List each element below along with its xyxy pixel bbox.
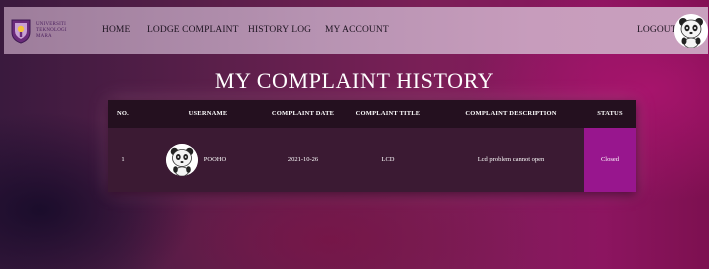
- table-row[interactable]: 1 POOHO 2021-10-26 LCD Lcd problem canno…: [108, 128, 636, 192]
- nav-home[interactable]: HOME: [102, 25, 130, 35]
- logo-line-3: MARA: [36, 34, 52, 39]
- header-status: STATUS: [597, 110, 623, 117]
- header-no: NO.: [117, 110, 129, 117]
- nav-history-log[interactable]: HISTORY LOG: [248, 25, 311, 35]
- cell-complaint-description: Lcd problem cannot open: [477, 156, 545, 163]
- uitm-crest-icon: [11, 19, 31, 44]
- cell-no: 1: [121, 156, 125, 163]
- cell-username: POOHO: [203, 156, 227, 163]
- nav-logout[interactable]: LOGOUT: [637, 25, 677, 35]
- top-nav: UNIVERSITI TEKNOLOGI MARA HOME LODGE COM…: [4, 7, 708, 54]
- uitm-logo[interactable]: UNIVERSITI TEKNOLOGI MARA: [10, 15, 96, 47]
- header-complaint-title: COMPLAINT TITLE: [355, 110, 421, 117]
- nav-lodge-complaint[interactable]: LODGE COMPLAINT: [147, 25, 238, 35]
- profile-avatar[interactable]: [674, 14, 708, 48]
- header-complaint-description: COMPLAINT DESCRIPTION: [465, 110, 557, 117]
- logo-text: UNIVERSITI TEKNOLOGI MARA: [36, 22, 67, 40]
- user-avatar: [166, 144, 198, 176]
- page-title: MY COMPLAINT HISTORY: [214, 68, 495, 93]
- nav-my-account[interactable]: MY ACCOUNT: [325, 25, 389, 35]
- status-badge: Closed: [584, 128, 636, 192]
- table-header-row: NO. USERNAME COMPLAINT DATE COMPLAINT TI…: [108, 100, 636, 128]
- panda-avatar-icon: [166, 144, 198, 176]
- cell-complaint-title: LCD: [381, 156, 395, 163]
- panda-avatar-icon: [674, 14, 708, 48]
- complaint-history-table: NO. USERNAME COMPLAINT DATE COMPLAINT TI…: [108, 100, 636, 192]
